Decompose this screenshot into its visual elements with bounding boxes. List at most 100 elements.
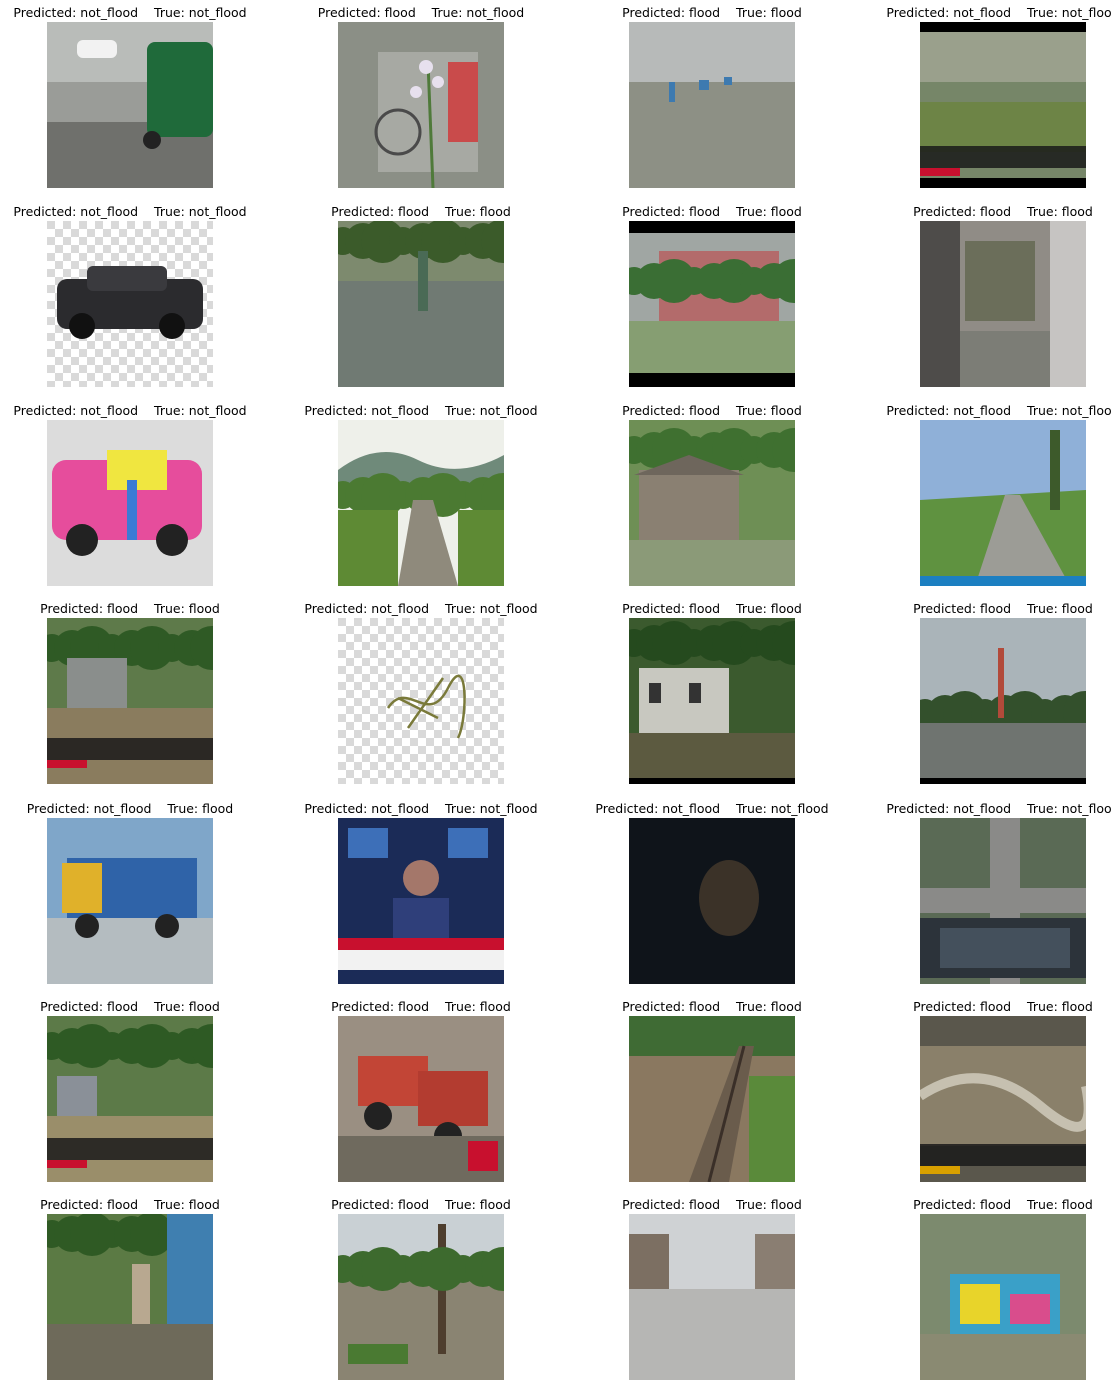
true-label: True: flood xyxy=(1027,1197,1093,1212)
person-walking-flooded-path-image xyxy=(338,221,504,387)
predicted-label: Predicted: not_flood xyxy=(13,5,139,20)
true-label: True: flood xyxy=(1027,204,1093,219)
predicted-label: Predicted: flood xyxy=(622,204,721,219)
sample-cell: Predicted: flood True: not_flood xyxy=(281,4,561,194)
sample-title: Predicted: flood True: flood xyxy=(572,1196,852,1214)
true-label: True: flood xyxy=(736,5,802,20)
predicted-label: Predicted: flood xyxy=(622,403,721,418)
predicted-label: Predicted: flood xyxy=(913,1197,1012,1212)
true-label: True: not_flood xyxy=(431,5,525,20)
sample-cell: Predicted: not_flood True: not_flood xyxy=(863,402,1111,592)
true-label: True: not_flood xyxy=(736,801,829,816)
sample-title: Predicted: flood True: flood xyxy=(863,600,1111,618)
sample-title: Predicted: flood True: flood xyxy=(281,1196,561,1214)
sample-title: Predicted: not_flood True: not_flood xyxy=(0,402,270,420)
sample-title: Predicted: flood True: flood xyxy=(863,1196,1111,1214)
true-label: True: not_flood xyxy=(154,403,247,418)
sample-cell: Predicted: flood True: flood xyxy=(863,600,1111,790)
sample-cell: Predicted: flood True: flood xyxy=(281,998,561,1188)
predicted-label: Predicted: flood xyxy=(331,999,430,1014)
sample-cell: Predicted: flood True: flood xyxy=(572,203,852,393)
sample-image xyxy=(629,1016,795,1182)
sample-image xyxy=(629,221,795,387)
predicted-label: Predicted: flood xyxy=(913,601,1012,616)
sample-cell: Predicted: not_flood True: not_flood xyxy=(0,203,270,393)
predicted-label: Predicted: not_flood xyxy=(886,801,1012,816)
sample-title: Predicted: not_flood True: flood xyxy=(0,800,270,818)
sample-title: Predicted: not_flood True: not_flood xyxy=(863,402,1111,420)
predicted-label: Predicted: not_flood xyxy=(886,5,1012,20)
sample-cell: Predicted: not_flood True: not_flood xyxy=(863,800,1111,990)
sample-image xyxy=(47,618,213,784)
true-label: True: flood xyxy=(1027,601,1093,616)
sample-cell: Predicted: flood True: flood xyxy=(863,1196,1111,1386)
sample-cell: Predicted: flood True: flood xyxy=(281,203,561,393)
sample-cell: Predicted: flood True: flood xyxy=(281,1196,561,1386)
sample-title: Predicted: flood True: flood xyxy=(572,402,852,420)
sample-title: Predicted: flood True: flood xyxy=(0,600,270,618)
predicted-label: Predicted: flood xyxy=(317,5,416,20)
sample-image xyxy=(629,420,795,586)
predicted-label: Predicted: flood xyxy=(40,1197,139,1212)
sample-image xyxy=(920,818,1086,984)
predicted-label: Predicted: flood xyxy=(622,601,721,616)
blurred-flooded-house-image xyxy=(920,1214,1086,1380)
flooded-road-rickshaws-image xyxy=(629,22,795,188)
sample-image xyxy=(338,420,504,586)
news-anchor-studio-image xyxy=(338,818,504,984)
sample-image xyxy=(338,221,504,387)
true-label: True: flood xyxy=(154,601,220,616)
sample-image xyxy=(47,420,213,586)
sample-title: Predicted: not_flood True: not_flood xyxy=(281,600,561,618)
sample-image xyxy=(338,1214,504,1380)
predicted-label: Predicted: not_flood xyxy=(13,403,139,418)
predicted-label: Predicted: flood xyxy=(622,5,721,20)
storm-trees-tin-house-image xyxy=(629,221,795,387)
predicted-label: Predicted: flood xyxy=(40,601,139,616)
sample-cell: Predicted: not_flood True: not_flood xyxy=(863,4,1111,194)
sample-title: Predicted: flood True: flood xyxy=(572,600,852,618)
predicted-label: Predicted: not_flood xyxy=(595,801,721,816)
flooded-alley-blurred-image xyxy=(920,221,1086,387)
sample-image xyxy=(338,618,504,784)
sample-cell: Predicted: flood True: flood xyxy=(863,203,1111,393)
man-walking-rain-village-image xyxy=(47,1214,213,1380)
flooded-shed-live-news-image xyxy=(47,1016,213,1182)
sample-image xyxy=(47,22,213,188)
grassy-field-news-frame-image xyxy=(920,22,1086,188)
sample-cell: Predicted: flood True: flood xyxy=(863,998,1111,1188)
sample-title: Predicted: flood True: flood xyxy=(572,998,852,1016)
true-label: True: flood xyxy=(154,1197,220,1212)
predicted-label: Predicted: not_flood xyxy=(304,801,430,816)
sample-image xyxy=(629,818,795,984)
predicted-label: Predicted: flood xyxy=(331,204,430,219)
sample-cell: Predicted: flood True: flood xyxy=(572,4,852,194)
dark-face-frame-image xyxy=(629,818,795,984)
predicted-label: Predicted: flood xyxy=(913,999,1012,1014)
true-label: True: not_flood xyxy=(1027,5,1111,20)
true-label: True: flood xyxy=(445,999,511,1014)
sample-image xyxy=(47,818,213,984)
sample-title: Predicted: flood True: flood xyxy=(863,998,1111,1016)
predicted-label: Predicted: not_flood xyxy=(13,204,139,219)
sample-cell: Predicted: flood True: flood xyxy=(0,1196,270,1386)
sample-image xyxy=(629,1214,795,1380)
sample-title: Predicted: flood True: flood xyxy=(863,203,1111,221)
true-label: True: not_flood xyxy=(1027,403,1111,418)
village-road-hills-image xyxy=(338,420,504,586)
sample-image xyxy=(629,618,795,784)
true-label: True: flood xyxy=(736,601,802,616)
sample-cell: Predicted: flood True: flood xyxy=(0,998,270,1188)
sample-cell: Predicted: not_flood True: flood xyxy=(0,800,270,990)
true-label: True: flood xyxy=(736,403,802,418)
sample-cell: Predicted: not_flood True: not_flood xyxy=(0,4,270,194)
sample-image xyxy=(629,22,795,188)
predicted-label: Predicted: flood xyxy=(622,1197,721,1212)
true-label: True: flood xyxy=(1027,999,1093,1014)
sample-title: Predicted: flood True: flood xyxy=(0,998,270,1016)
true-label: True: flood xyxy=(154,999,220,1014)
sample-cell: Predicted: not_flood True: not_flood xyxy=(572,800,852,990)
map-sketch-checkerboard-image xyxy=(338,618,504,784)
prediction-grid: Predicted: not_flood True: not_flood Pre… xyxy=(0,0,1111,1389)
predicted-label: Predicted: flood xyxy=(622,999,721,1014)
